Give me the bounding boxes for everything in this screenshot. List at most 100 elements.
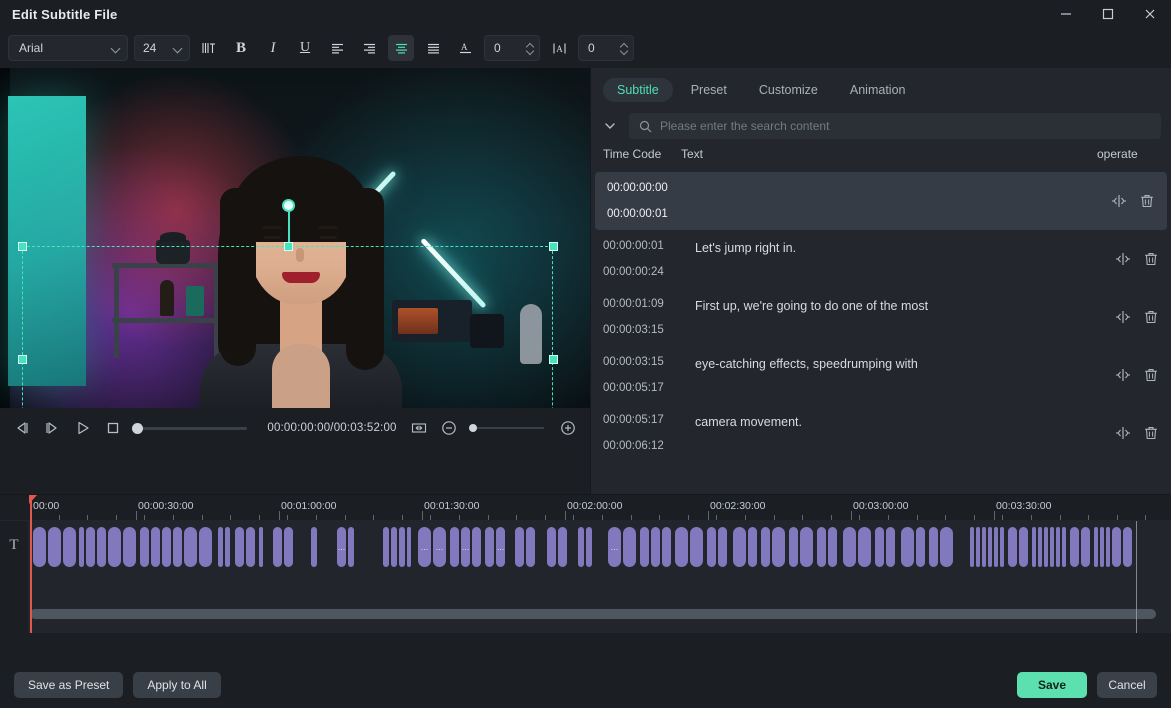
subtitle-clip[interactable] [718, 527, 727, 567]
subtitle-clip[interactable] [1032, 527, 1036, 567]
zoom-out-button[interactable] [441, 419, 457, 437]
subtitle-clip[interactable] [940, 527, 953, 567]
subtitle-clip[interactable] [1094, 527, 1098, 567]
font-size-select[interactable]: 24 [134, 35, 190, 61]
subtitle-clip[interactable] [547, 527, 556, 567]
subtitle-clip[interactable] [485, 527, 494, 567]
subtitle-clip[interactable] [623, 527, 636, 567]
split-subtitle-button[interactable] [1115, 367, 1131, 383]
subtitle-clip[interactable] [558, 527, 567, 567]
subtitle-clip[interactable] [184, 527, 197, 567]
subtitle-clip[interactable] [218, 527, 223, 567]
subtitle-clip[interactable] [284, 527, 293, 567]
subtitle-clip[interactable] [916, 527, 925, 567]
subtitle-clip[interactable] [407, 527, 411, 567]
stepper-arrows[interactable] [526, 43, 534, 54]
stop-button[interactable] [105, 419, 121, 437]
subtitle-clip[interactable]: ... [461, 527, 470, 567]
subtitle-clip[interactable] [578, 527, 584, 567]
subtitle-clip-lane[interactable]: .................. [30, 527, 1171, 567]
subtitle-clip[interactable] [761, 527, 770, 567]
align-left-button[interactable] [324, 35, 350, 61]
subtitle-clip[interactable] [1100, 527, 1104, 567]
play-button[interactable] [75, 419, 91, 437]
subtitle-clip[interactable] [789, 527, 798, 567]
tab-animation[interactable]: Animation [836, 78, 920, 102]
playhead[interactable] [29, 495, 36, 633]
delete-subtitle-button[interactable] [1143, 309, 1159, 325]
subtitle-clip[interactable] [86, 527, 95, 567]
subtitle-clip[interactable] [391, 527, 397, 567]
subtitle-row[interactable]: 00:00:03:15 00:00:05:17 eye-catching effec… [591, 346, 1171, 404]
subtitle-clip[interactable] [1050, 527, 1054, 567]
subtitle-clip[interactable] [651, 527, 660, 567]
subtitle-clip[interactable] [800, 527, 813, 567]
subtitle-row[interactable]: 00:00:00:00 00:00:00:01 [595, 172, 1167, 230]
subtitle-row[interactable]: 00:00:01:09 00:00:03:15 First up, we're go… [591, 288, 1171, 346]
subtitle-clip[interactable] [640, 527, 649, 567]
subtitle-clip[interactable] [383, 527, 389, 567]
save-button[interactable]: Save [1017, 672, 1087, 698]
subtitle-clip[interactable] [140, 527, 149, 567]
subtitle-clip[interactable] [988, 527, 992, 567]
align-right-button[interactable] [356, 35, 382, 61]
delete-subtitle-button[interactable] [1139, 193, 1155, 209]
subtitle-clip[interactable] [311, 527, 317, 567]
subtitle-clip[interactable] [199, 527, 212, 567]
subtitle-clip[interactable] [875, 527, 884, 567]
subtitle-text[interactable]: eye-catching effects, speedrumping with [687, 352, 1097, 398]
collapse-button[interactable] [599, 115, 621, 137]
subtitle-text[interactable] [691, 178, 1093, 224]
subtitle-clip[interactable] [1123, 527, 1132, 567]
split-subtitle-button[interactable] [1115, 309, 1131, 325]
timeline-ruler[interactable]: 00:00 00:00:30:00 00:01:00:00 00:01:30:00 00… [0, 495, 1171, 521]
text-direction-button[interactable] [196, 35, 222, 61]
zoom-slider-knob[interactable] [469, 424, 478, 432]
tab-subtitle[interactable]: Subtitle [603, 78, 673, 102]
search-input[interactable] [660, 119, 1151, 133]
subtitle-text[interactable]: Let's jump right in. [687, 236, 1097, 282]
subtitle-list[interactable]: 00:00:00:00 00:00:00:01 00:00:00:01 00:00:0… [591, 166, 1171, 494]
subtitle-clip[interactable] [1070, 527, 1079, 567]
subtitle-clip[interactable] [450, 527, 459, 567]
subtitle-clip[interactable] [1044, 527, 1048, 567]
subtitle-clip[interactable] [225, 527, 230, 567]
subtitle-clip[interactable] [1000, 527, 1004, 567]
subtitle-text[interactable]: First up, we're going to do one of the m… [687, 294, 1097, 340]
subtitle-clip[interactable] [151, 527, 160, 567]
subtitle-clip[interactable] [235, 527, 244, 567]
close-button[interactable] [1129, 0, 1171, 28]
subtitle-clip[interactable] [1106, 527, 1110, 567]
delete-subtitle-button[interactable] [1143, 251, 1159, 267]
subtitle-clip[interactable] [662, 527, 671, 567]
line-spacing-button[interactable]: A [452, 35, 478, 61]
subtitle-clip[interactable] [108, 527, 121, 567]
maximize-button[interactable] [1087, 0, 1129, 28]
subtitle-row[interactable]: 00:00:00:01 00:00:00:24 Let's jump right i… [591, 230, 1171, 288]
subtitle-clip[interactable] [817, 527, 826, 567]
split-subtitle-button[interactable] [1115, 251, 1131, 267]
subtitle-clip[interactable]: ... [496, 527, 505, 567]
minimize-button[interactable] [1045, 0, 1087, 28]
previous-frame-button[interactable] [14, 419, 30, 437]
line-spacing-stepper[interactable]: 0 [484, 35, 540, 61]
search-box[interactable] [629, 113, 1161, 139]
split-subtitle-button[interactable] [1111, 193, 1127, 209]
horizontal-scrollbar[interactable] [30, 609, 1156, 619]
next-frame-button[interactable] [44, 419, 60, 437]
subtitle-clip[interactable] [515, 527, 524, 567]
scrubber-knob[interactable] [132, 422, 144, 434]
subtitle-clip[interactable] [886, 527, 895, 567]
apply-to-all-button[interactable]: Apply to All [133, 672, 221, 698]
subtitle-clip[interactable] [1038, 527, 1042, 567]
subtitle-clip[interactable] [843, 527, 856, 567]
subtitle-clip[interactable] [586, 527, 592, 567]
cancel-button[interactable]: Cancel [1097, 672, 1157, 698]
subtitle-clip[interactable] [772, 527, 785, 567]
subtitle-clip[interactable] [348, 527, 354, 567]
italic-button[interactable]: I [260, 35, 286, 61]
delete-subtitle-button[interactable] [1143, 367, 1159, 383]
subtitle-clip[interactable] [123, 527, 136, 567]
subtitle-clip[interactable] [63, 527, 76, 567]
split-subtitle-button[interactable] [1115, 425, 1131, 441]
